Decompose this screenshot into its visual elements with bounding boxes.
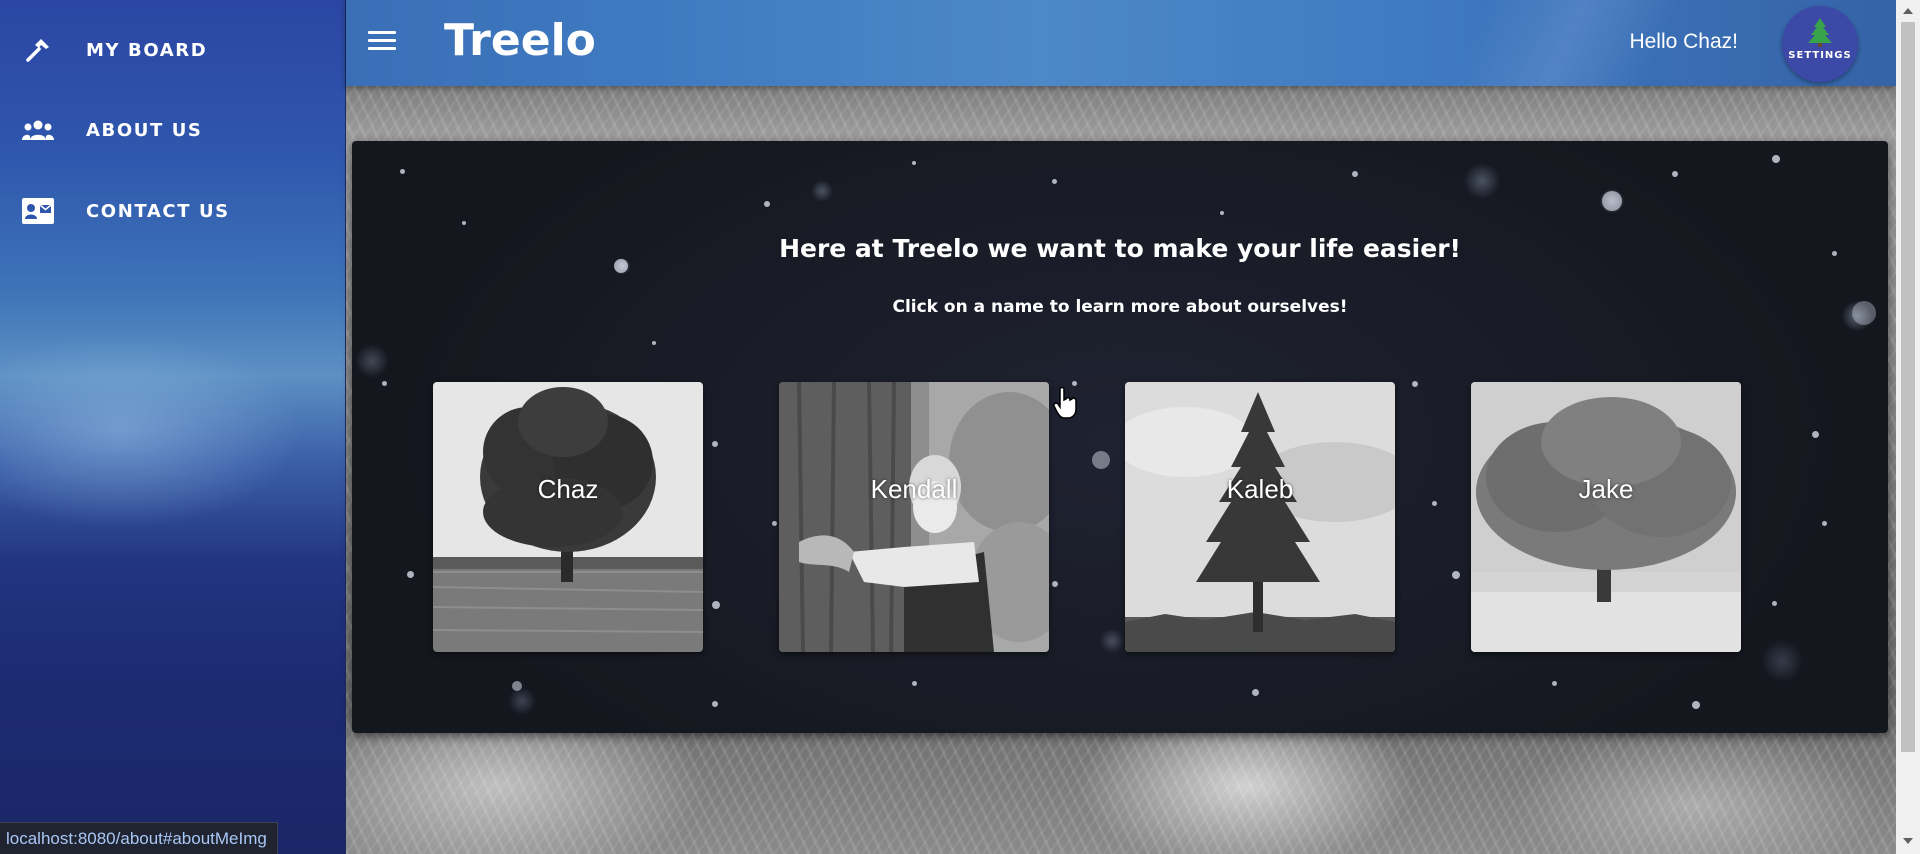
- sidebar-item-label: MY BOARD: [86, 39, 208, 61]
- man-hugging-tree-image: [779, 382, 1049, 652]
- pine-tree-image: [1125, 382, 1395, 652]
- sidebar-item-my-board[interactable]: MY BOARD: [0, 20, 345, 80]
- hamburger-menu-icon[interactable]: [368, 31, 396, 53]
- about-heading: Here at Treelo we want to make your life…: [779, 234, 1461, 263]
- member-name: Chaz: [537, 474, 599, 504]
- member-name: Kendall: [870, 474, 958, 504]
- member-name: Jake: [1578, 474, 1634, 504]
- member-card-kaleb[interactable]: Kaleb: [1125, 382, 1395, 652]
- app-title: Treelo: [444, 15, 596, 66]
- sidebar-item-label: CONTACT US: [86, 200, 230, 222]
- settings-button[interactable]: SETTINGS: [1782, 6, 1858, 82]
- about-subheading: Click on a name to learn more about ours…: [892, 297, 1348, 317]
- sidebar-item-about-us[interactable]: ABOUT US: [0, 100, 345, 160]
- member-card-jake[interactable]: Jake: [1471, 382, 1741, 652]
- contact-card-icon: [22, 195, 54, 227]
- people-icon: [22, 114, 54, 146]
- page-scrollbar[interactable]: [1896, 0, 1920, 854]
- member-card-kendall[interactable]: Kendall: [779, 382, 1049, 652]
- about-panel: Here at Treelo we want to make your life…: [352, 141, 1888, 733]
- user-greeting: Hello Chaz!: [1629, 30, 1738, 53]
- scroll-up-arrow-icon[interactable]: [1903, 8, 1913, 14]
- member-name: Kaleb: [1226, 474, 1294, 504]
- tree-icon: [1808, 18, 1832, 47]
- round-tree-in-meadow-image: [1471, 382, 1741, 652]
- hand-pointer-cursor-icon: [1053, 387, 1077, 419]
- status-bar-url: localhost:8080/about#aboutMeImg: [0, 822, 278, 854]
- member-card-chaz[interactable]: Chaz: [433, 382, 703, 652]
- sidebar-item-contact-us[interactable]: CONTACT US: [0, 181, 345, 241]
- sidebar-item-label: ABOUT US: [86, 119, 203, 141]
- scroll-down-arrow-icon[interactable]: [1903, 838, 1913, 844]
- hammer-icon: [22, 34, 54, 66]
- app-header: Treelo Hello Chaz! SETTINGS: [346, 0, 1896, 86]
- settings-label: SETTINGS: [1788, 50, 1852, 61]
- scrollbar-thumb[interactable]: [1901, 22, 1915, 752]
- sidebar: MY BOARD ABOUT US CONTACT US: [0, 0, 346, 854]
- oak-tree-in-field-image: [433, 382, 703, 652]
